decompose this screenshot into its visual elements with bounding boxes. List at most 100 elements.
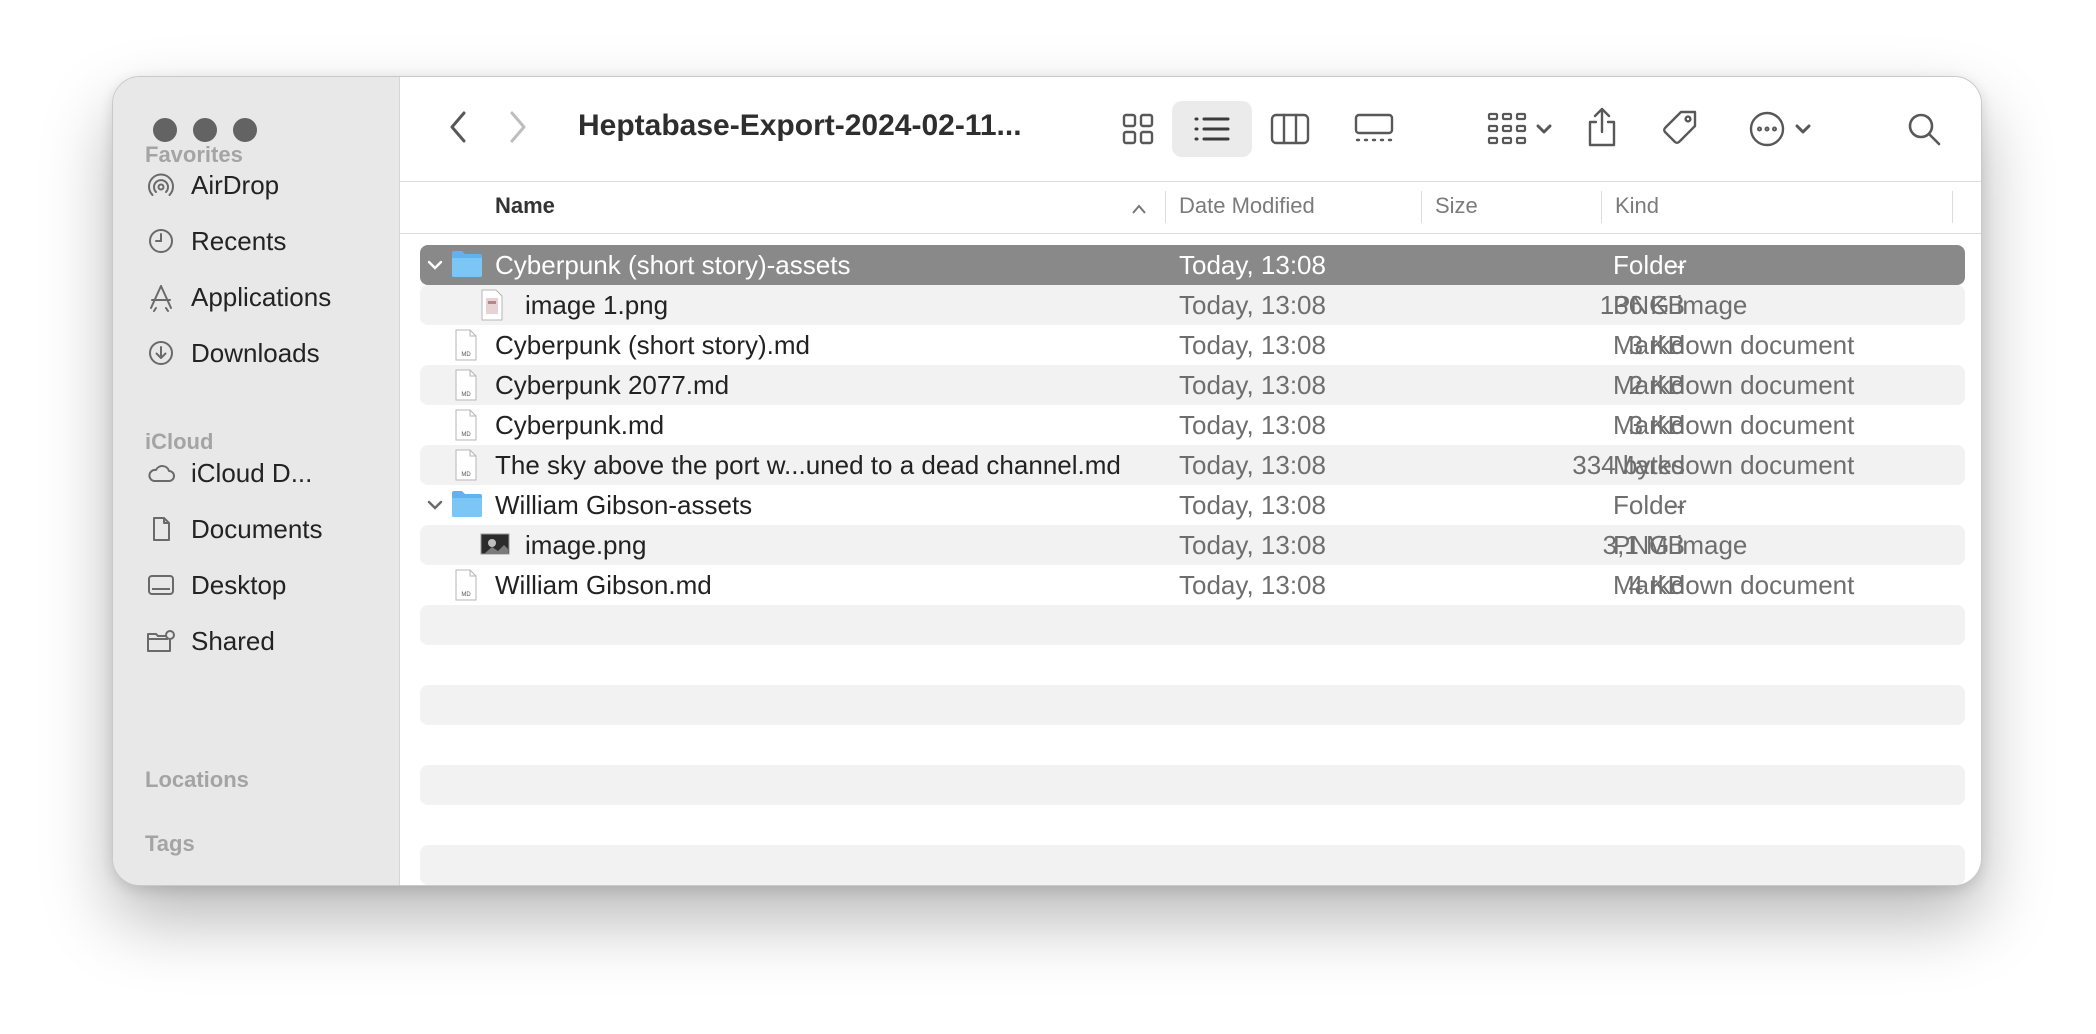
file-name: Cyberpunk.md [495, 410, 665, 440]
sidebar-item-recents[interactable]: Recents [145, 221, 385, 261]
more-actions-button[interactable] [1740, 105, 1820, 153]
sidebar-item-desktop[interactable]: Desktop [145, 565, 385, 605]
sidebar-item-downloads[interactable]: Downloads [145, 333, 385, 373]
applications-icon [145, 281, 177, 313]
column-divider[interactable] [1421, 191, 1422, 223]
download-icon [145, 337, 177, 369]
empty-row [420, 765, 1965, 805]
table-row[interactable]: Cyberpunk (short story)-assets Today, 13… [420, 245, 1965, 285]
sidebar-item-label: AirDrop [191, 169, 280, 200]
minimize-window-button[interactable] [193, 118, 217, 142]
tags-heading[interactable]: Tags [145, 831, 195, 857]
sidebar-item-label: Desktop [191, 569, 287, 600]
locations-heading[interactable]: Locations [145, 767, 249, 793]
table-row[interactable]: MD Cyberpunk (short story).md Today, 13:… [420, 325, 1965, 365]
file-date: Today, 13:08 [1179, 490, 1326, 520]
sidebar-item-documents[interactable]: Documents [145, 509, 385, 549]
sidebar-item-label: Shared [191, 625, 275, 656]
file-name: Cyberpunk (short story)-assets [495, 250, 851, 280]
list-view-button[interactable] [1172, 101, 1252, 157]
file-date: Today, 13:08 [1179, 250, 1326, 280]
column-divider[interactable] [1952, 191, 1953, 223]
table-row[interactable]: MD Cyberpunk.md Today, 13:08 3 KB Markdo… [420, 405, 1965, 445]
search-button[interactable] [1900, 105, 1948, 153]
chevron-left-icon [450, 111, 466, 143]
column-header: Name Date Modified Size Kind [400, 181, 1981, 234]
window-controls [153, 118, 257, 142]
empty-row [420, 725, 1965, 765]
forward-button[interactable] [500, 107, 536, 147]
file-name: William Gibson.md [495, 570, 712, 600]
file-name: William Gibson-assets [495, 490, 753, 520]
file-date: Today, 13:08 [1179, 530, 1326, 560]
file-list: Cyberpunk (short story)-assets Today, 13… [420, 245, 1965, 885]
icon-view-button[interactable] [1114, 105, 1162, 153]
sidebar-item-airdrop[interactable]: AirDrop [145, 165, 385, 205]
chevron-down-icon[interactable] [424, 254, 446, 276]
image-file-icon [480, 533, 510, 555]
file-date: Today, 13:08 [1179, 450, 1326, 480]
file-kind: Folder [1613, 490, 1687, 520]
main-pane: Heptabase-Export-2024-02-11... Name Date… [400, 77, 1981, 885]
empty-row [420, 605, 1965, 645]
zoom-window-button[interactable] [233, 118, 257, 142]
file-kind: Markdown document [1613, 450, 1855, 480]
file-kind: Markdown document [1613, 330, 1855, 360]
icloud-heading[interactable]: iCloud [145, 429, 213, 455]
column-divider[interactable] [1601, 191, 1602, 223]
markdown-file-icon: MD [455, 409, 477, 441]
file-date: Today, 13:08 [1179, 410, 1326, 440]
svg-text:MD: MD [461, 392, 471, 398]
tags-button[interactable] [1656, 103, 1704, 153]
back-button[interactable] [440, 107, 476, 147]
table-row[interactable]: MD William Gibson.md Today, 13:08 4 KB M… [420, 565, 1965, 605]
markdown-file-icon: MD [455, 329, 477, 361]
column-name[interactable]: Name [495, 193, 555, 219]
window-title: Heptabase-Export-2024-02-11... [578, 109, 1022, 142]
grid-view-icon [1122, 113, 1154, 145]
close-window-button[interactable] [153, 118, 177, 142]
sort-ascending-icon[interactable] [1130, 203, 1148, 215]
cloud-icon [145, 457, 177, 489]
chevron-down-icon [1795, 124, 1811, 134]
gallery-view-button[interactable] [1346, 105, 1402, 153]
file-date: Today, 13:08 [1179, 330, 1326, 360]
sidebar: Favorites AirDrop Recents Applications D… [113, 77, 400, 885]
column-view-button[interactable] [1266, 105, 1314, 153]
sidebar-item-label: Recents [191, 225, 287, 256]
file-name: Cyberpunk 2077.md [495, 370, 730, 400]
sidebar-item-label: Downloads [191, 337, 320, 368]
tag-icon [1663, 110, 1697, 144]
empty-row [420, 805, 1965, 845]
file-kind: Folder [1613, 250, 1687, 280]
file-name: Cyberpunk (short story).md [495, 330, 810, 360]
table-row[interactable]: William Gibson-assets Today, 13:08 -- Fo… [420, 485, 1965, 525]
file-kind: Markdown document [1613, 370, 1855, 400]
share-button[interactable] [1578, 101, 1626, 153]
table-row[interactable]: image.png Today, 13:08 3,1 MB PNG image [420, 525, 1965, 565]
empty-row [420, 645, 1965, 685]
column-date-modified[interactable]: Date Modified [1179, 193, 1315, 219]
sidebar-item-label: Applications [191, 281, 332, 312]
desktop-icon [145, 569, 177, 601]
empty-row [420, 845, 1965, 885]
chevron-down-icon[interactable] [424, 494, 446, 516]
table-row[interactable]: MD Cyberpunk 2077.md Today, 13:08 2 KB M… [420, 365, 1965, 405]
table-row[interactable]: image 1.png Today, 13:08 136 KB PNG imag… [420, 285, 1965, 325]
column-divider[interactable] [1165, 191, 1166, 223]
column-kind[interactable]: Kind [1615, 193, 1659, 219]
ellipsis-circle-icon [1749, 111, 1785, 147]
file-name: image 1.png [525, 290, 669, 320]
sidebar-item-shared[interactable]: Shared [145, 621, 385, 661]
file-kind: PNG image [1613, 530, 1748, 560]
markdown-file-icon: MD [455, 369, 477, 401]
list-view-icon [1194, 117, 1230, 141]
sidebar-item-icloud-drive[interactable]: iCloud D... [145, 453, 385, 493]
columns-view-icon [1270, 113, 1310, 145]
column-size[interactable]: Size [1435, 193, 1478, 219]
group-by-button[interactable] [1480, 105, 1560, 153]
file-kind: PNG image [1613, 290, 1748, 320]
sidebar-item-applications[interactable]: Applications [145, 277, 385, 317]
folder-icon [452, 251, 482, 277]
table-row[interactable]: MD The sky above the port w...uned to a … [420, 445, 1965, 485]
